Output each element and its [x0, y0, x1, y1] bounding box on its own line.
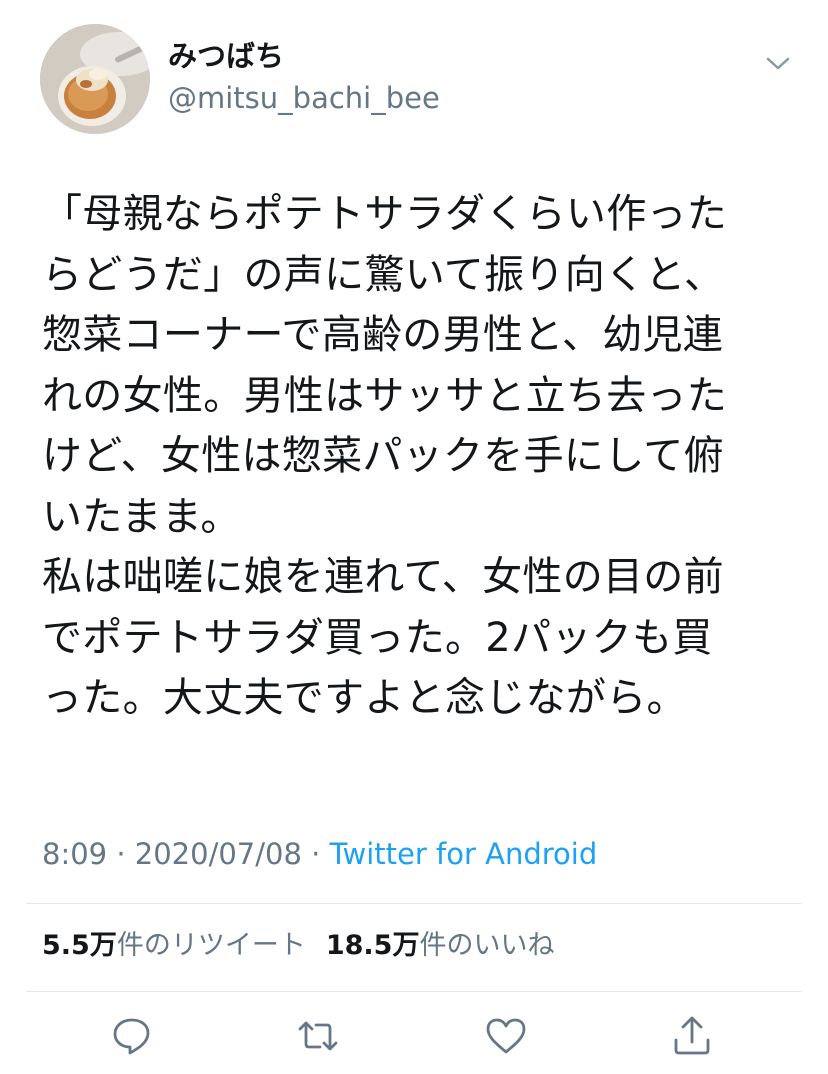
like-count: 18.5万	[325, 930, 420, 961]
like-button[interactable]	[484, 1014, 528, 1058]
reply-icon	[113, 1018, 150, 1055]
heart-icon	[486, 1018, 526, 1054]
tweet-text-line: 「母親ならポテトサラダくらい作った	[42, 191, 728, 237]
display-name[interactable]: みつばち	[168, 38, 284, 74]
reply-button[interactable]	[110, 1014, 154, 1058]
tweet-text-line: った。大丈夫ですよと念じながら。	[42, 675, 687, 721]
tweet-text-line: いたまま。	[42, 493, 241, 540]
meta-separator: ·	[311, 837, 321, 871]
tweet-text: 「母親ならポテトサラダくらい作った らどうだ」の声に驚いて振り向くと、 惣菜コー…	[42, 184, 802, 729]
tweet-stats: 5.5万件のリツイート 18.5万件のいいね	[42, 928, 554, 964]
retweet-count: 5.5万	[42, 930, 117, 961]
like-label: 件のいいね	[419, 930, 555, 961]
share-icon	[674, 1016, 710, 1055]
tweet-text-line: けど、女性は惣菜パックを手にして俯	[42, 433, 724, 479]
retweet-label: 件のリツイート	[116, 930, 306, 961]
user-handle[interactable]: @mitsu_bachi_bee	[168, 80, 440, 116]
tweet-source-link[interactable]: Twitter for Android	[330, 837, 598, 871]
tweet-text-line: らどうだ」の声に驚いて振り向くと、	[42, 251, 725, 298]
chevron-down-icon[interactable]	[762, 50, 794, 76]
tweet-text-line: れの女性。男性はサッサと立ち去った	[42, 372, 728, 419]
tweet-text-line: 惣菜コーナーで高齢の男性と、幼児連	[42, 312, 724, 358]
tweet-text-line: でポテトサラダ買った。2パックも買	[42, 614, 713, 661]
tweet-meta: 8:09 · 2020/07/08 · Twitter for Android	[42, 836, 597, 872]
meta-separator: ·	[116, 837, 126, 871]
share-button[interactable]	[670, 1014, 714, 1058]
like-count-link[interactable]: 18.5万件のいいね	[326, 930, 555, 961]
divider	[26, 991, 802, 992]
divider	[26, 903, 802, 904]
tweet-text-line: 私は咄嗟に娘を連れて、女性の目の前	[42, 554, 724, 600]
tweet-date: 2020/07/08	[134, 837, 302, 871]
retweet-count-link[interactable]: 5.5万件のリツイート	[42, 930, 306, 961]
avatar[interactable]	[40, 24, 150, 134]
avatar-image	[40, 24, 150, 134]
tweet-time: 8:09	[42, 837, 108, 871]
retweet-icon	[298, 1021, 338, 1051]
retweet-button[interactable]	[296, 1014, 340, 1058]
